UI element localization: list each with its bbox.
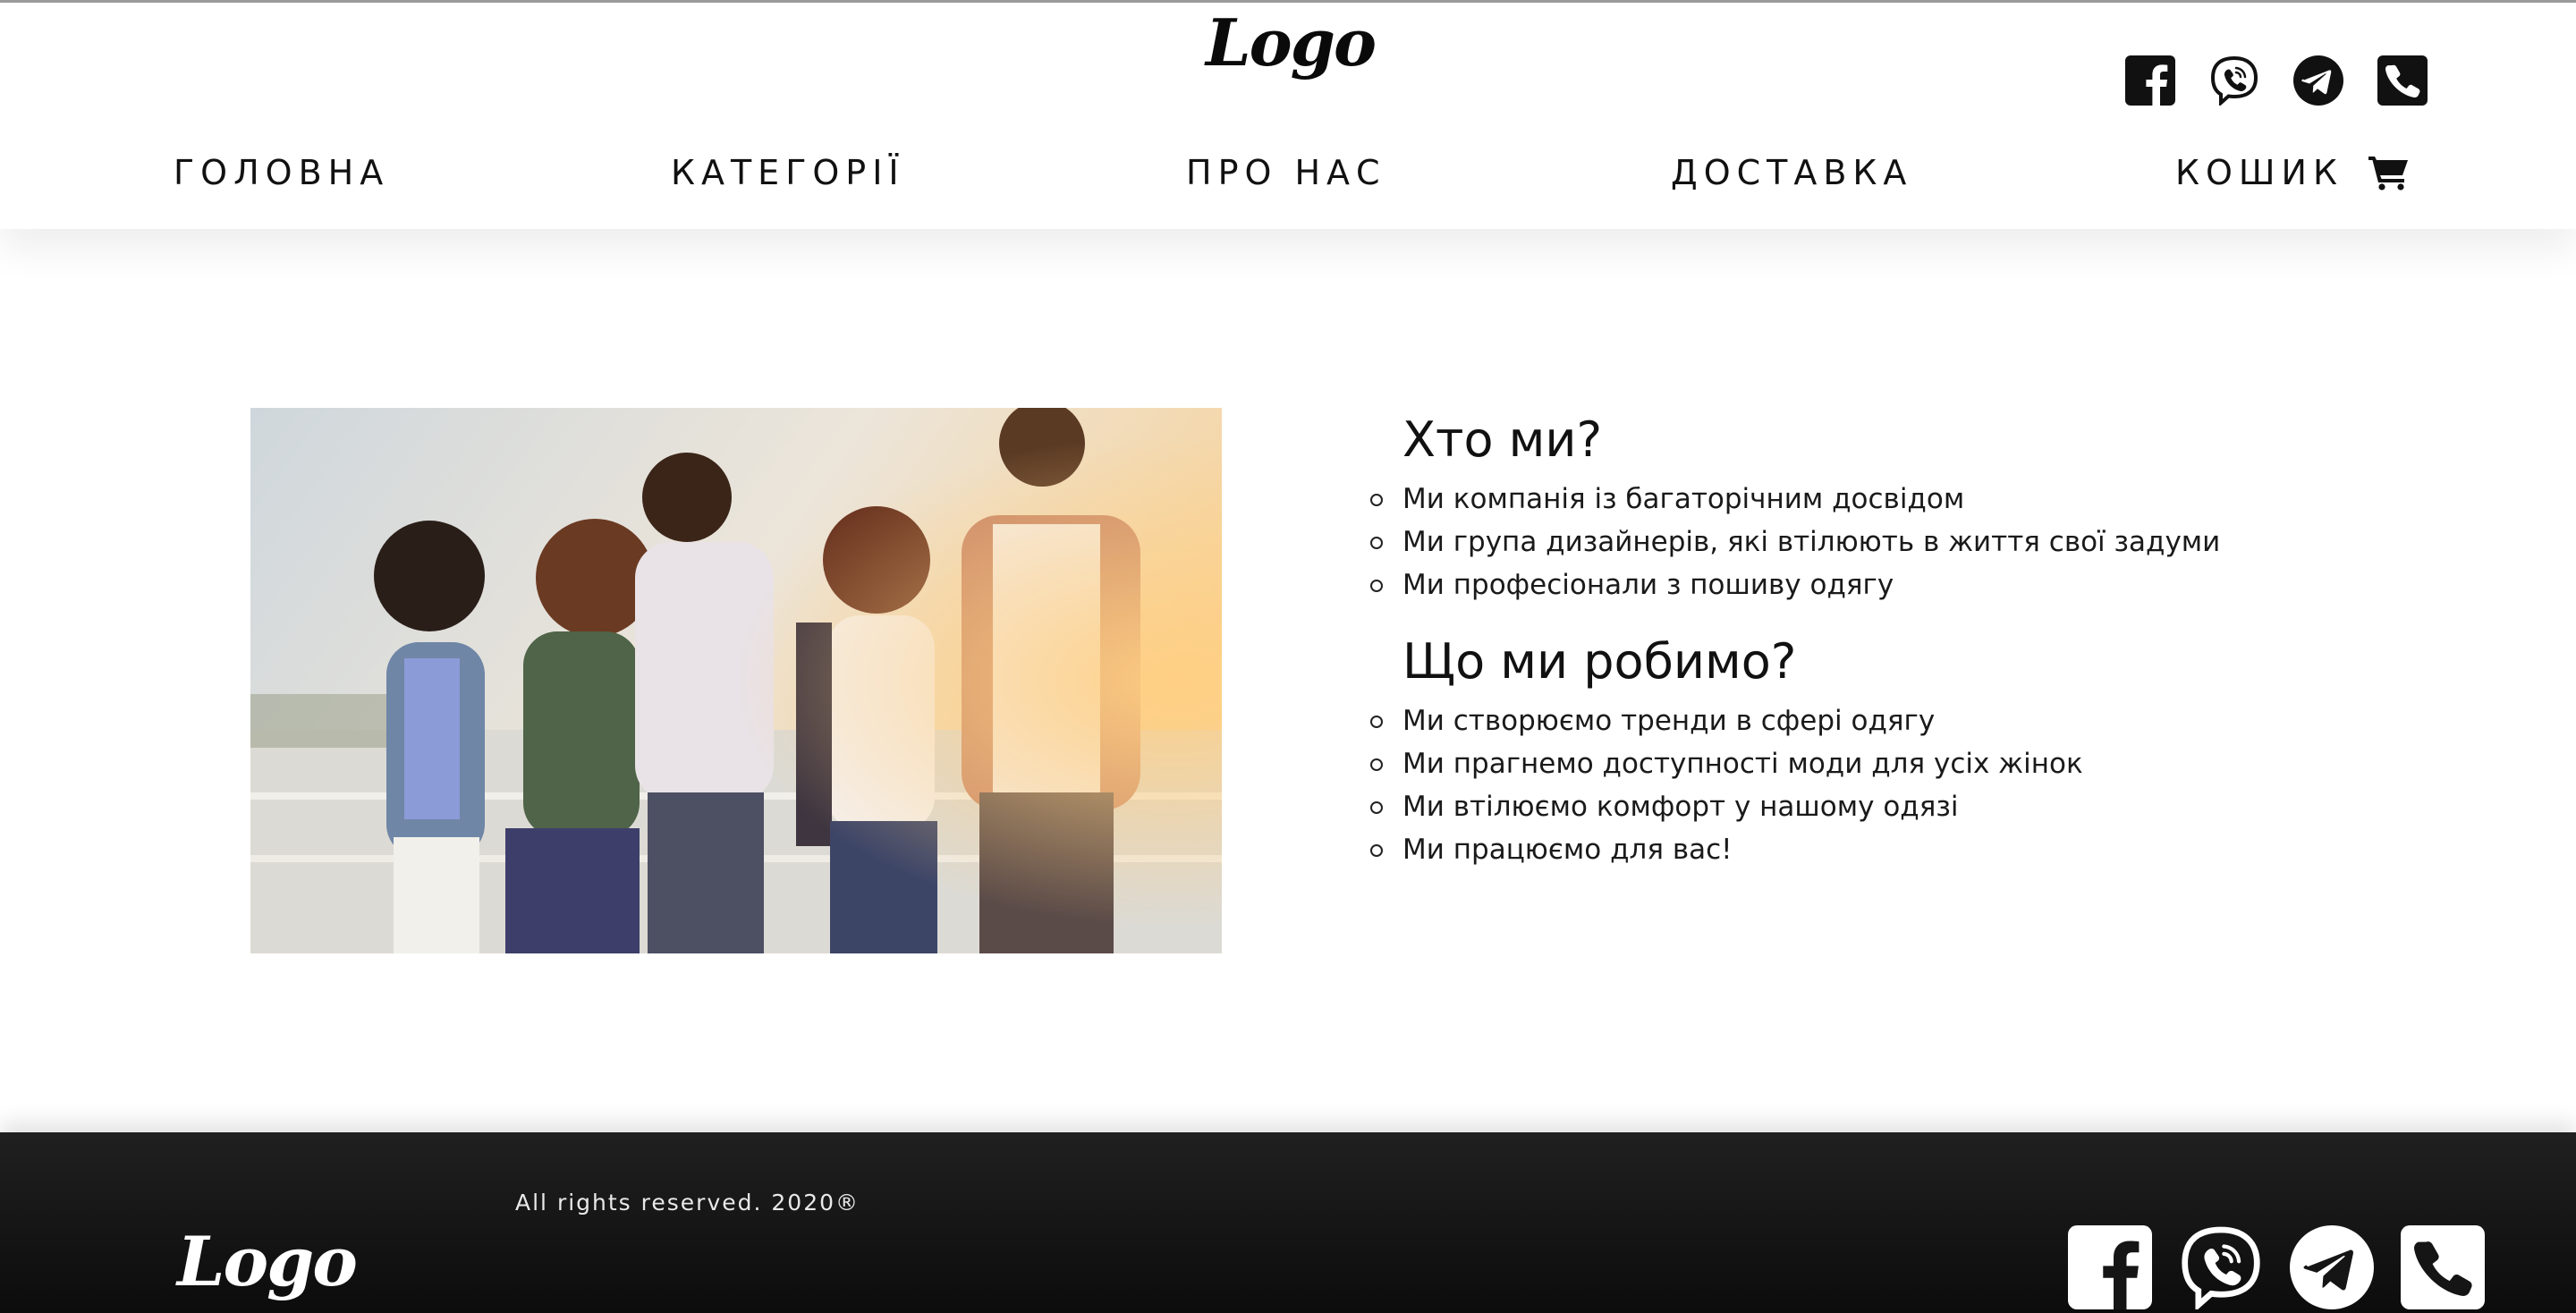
footer-logo[interactable]: Logo <box>177 1222 358 1301</box>
facebook-icon[interactable] <box>2125 55 2175 106</box>
team-photo <box>250 408 1222 953</box>
copyright-text: All rights reserved. 2020® <box>515 1190 860 1216</box>
logo[interactable]: Logo <box>1206 4 1377 80</box>
list-item: Ми створюємо тренди в сфері одягу <box>1370 699 2476 742</box>
list-item: Ми втілюємо комфорт у нашому одязі <box>1370 785 2476 828</box>
phone-icon[interactable] <box>2377 55 2428 106</box>
facebook-icon[interactable] <box>2068 1225 2152 1309</box>
telegram-icon[interactable] <box>2293 55 2343 106</box>
cart-icon <box>2368 155 2410 191</box>
phone-icon[interactable] <box>2401 1225 2485 1309</box>
footer-social-links <box>2068 1225 2485 1309</box>
who-title: Хто ми? <box>1402 411 1603 468</box>
social-links <box>2125 55 2428 106</box>
nav-categories[interactable]: КАТЕГОРІЇ <box>671 153 905 192</box>
viber-icon[interactable] <box>2179 1225 2263 1309</box>
about-info: Хто ми? Ми компанія із багаторічним досв… <box>1370 404 2476 891</box>
site-footer: Logo All rights reserved. 2020® <box>0 1132 2576 1313</box>
nav-about[interactable]: ПРО НАС <box>1186 153 1386 192</box>
list-item: Ми група дизайнерів, які втілюють в житт… <box>1370 521 2476 563</box>
list-item: Ми прагнемо доступності моди для усіх жі… <box>1370 742 2476 785</box>
nav-home[interactable]: ГОЛОВНА <box>174 153 389 192</box>
site-header: Logo ГОЛОВНА КАТЕГОРІЇ ПРО НАС ДОСТАВКА … <box>0 0 2576 229</box>
nav-cart[interactable]: КОШИК <box>2175 153 2410 192</box>
nav-cart-label: КОШИК <box>2175 153 2343 192</box>
telegram-icon[interactable] <box>2290 1225 2374 1309</box>
what-title: Що ми робимо? <box>1402 633 1797 690</box>
what-list: Ми створюємо тренди в сфері одягу Ми пра… <box>1370 699 2476 871</box>
viber-icon[interactable] <box>2209 55 2259 106</box>
nav-delivery[interactable]: ДОСТАВКА <box>1671 153 1912 192</box>
main-nav: ГОЛОВНА КАТЕГОРІЇ ПРО НАС ДОСТАВКА КОШИК <box>0 153 2576 210</box>
list-item: Ми професіонали з пошиву одягу <box>1370 563 2476 606</box>
who-list: Ми компанія із багаторічним досвідом Ми … <box>1370 478 2476 606</box>
list-item: Ми компанія із багаторічним досвідом <box>1370 478 2476 521</box>
list-item: Ми працюємо для вас! <box>1370 828 2476 871</box>
about-section: Хто ми? Ми компанія із багаторічним досв… <box>0 229 2576 1132</box>
